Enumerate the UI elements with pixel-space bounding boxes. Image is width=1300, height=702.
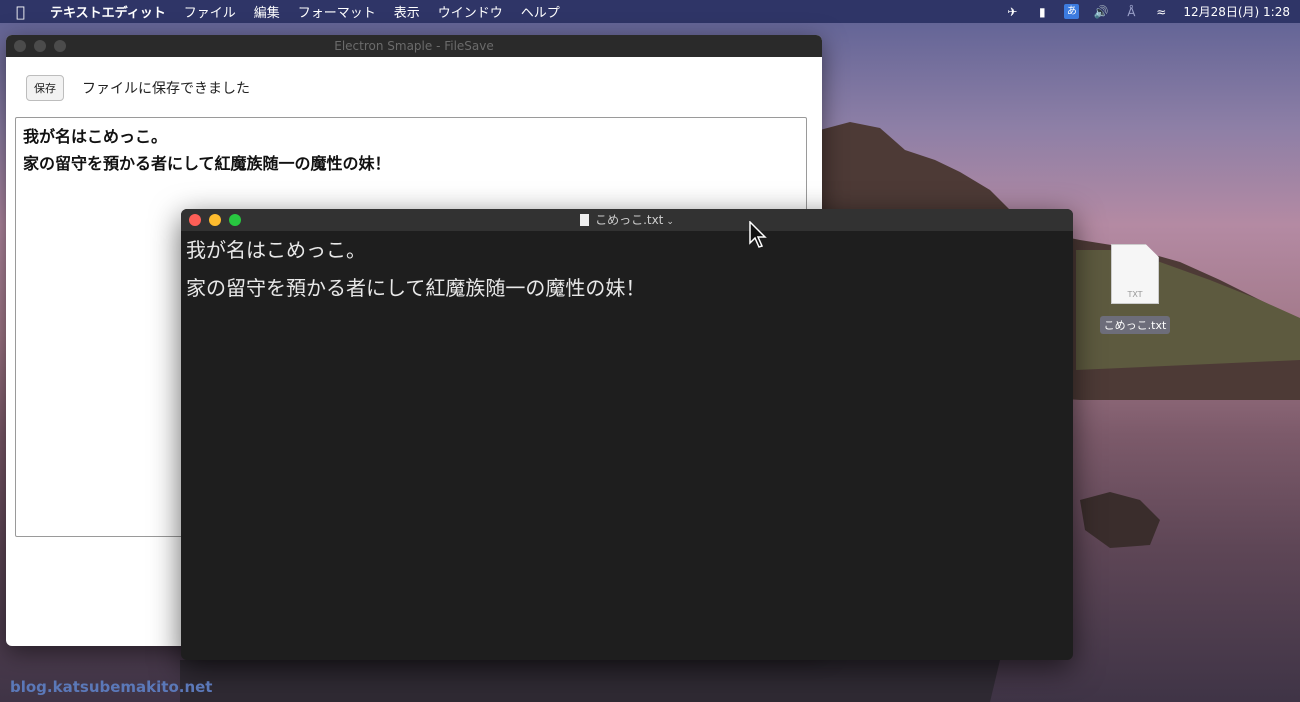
- status-area: ✈ ▮ あ 🔊 Å ≈ 12月28日(月) 1:28: [1004, 0, 1290, 23]
- save-status-message: ファイルに保存できました: [82, 81, 250, 97]
- volume-icon[interactable]: 🔊: [1093, 5, 1109, 19]
- ime-icon[interactable]: あ: [1064, 4, 1080, 19]
- desktop-file-label: こめっこ.txt: [1099, 316, 1171, 334]
- text-file-icon: TXT: [1111, 244, 1159, 304]
- battery-icon[interactable]: ▮: [1034, 5, 1050, 19]
- maximize-button[interactable]: [229, 214, 241, 226]
- menu-window[interactable]: ウインドウ: [438, 2, 503, 21]
- watermark: blog.katsubemakito.net: [10, 678, 213, 696]
- textedit-window: こめっこ.txt ⌄ 我が名はこめっこ。 家の留守を預かる者にして紅魔族随一の魔性…: [181, 209, 1073, 660]
- close-button[interactable]: [14, 40, 26, 52]
- menu-file[interactable]: ファイル: [184, 2, 236, 21]
- document-line: 我が名はこめっこ。: [186, 238, 366, 262]
- minimize-button[interactable]: [209, 214, 221, 226]
- menu-bar:  テキストエディット ファイル 編集 フォーマット 表示 ウインドウ ヘルプ …: [0, 0, 1300, 23]
- clock[interactable]: 12月28日(月) 1:28: [1183, 3, 1290, 20]
- menu-app-name[interactable]: テキストエディット: [50, 2, 166, 21]
- apple-icon[interactable]: : [16, 3, 32, 21]
- desktop-file[interactable]: TXT こめっこ.txt: [1099, 238, 1171, 334]
- electron-toolbar: 保存 ファイルに保存できました: [6, 57, 822, 119]
- menu-format[interactable]: フォーマット: [298, 2, 376, 21]
- airplay-icon[interactable]: ✈: [1004, 5, 1020, 19]
- text-line: 我が名はこめっこ。: [23, 127, 168, 146]
- bluetooth-icon[interactable]: Å: [1123, 5, 1139, 19]
- document-icon: [580, 214, 590, 226]
- electron-titlebar[interactable]: Electron Smaple - FileSave: [6, 35, 822, 57]
- document-line: 家の留守を預かる者にして紅魔族随一の魔性の妹！: [186, 276, 646, 300]
- close-button[interactable]: [189, 214, 201, 226]
- window-controls: [189, 214, 241, 226]
- textedit-titlebar[interactable]: こめっこ.txt ⌄: [181, 209, 1073, 231]
- window-title: Electron Smaple - FileSave: [334, 39, 494, 53]
- maximize-button[interactable]: [54, 40, 66, 52]
- file-type-badge: TXT: [1127, 290, 1143, 299]
- menu-edit[interactable]: 編集: [254, 2, 280, 21]
- window-controls: [14, 40, 66, 52]
- mouse-cursor-icon: [749, 221, 767, 248]
- chevron-down-icon[interactable]: ⌄: [666, 217, 674, 227]
- menu-view[interactable]: 表示: [394, 2, 420, 21]
- document-body[interactable]: 我が名はこめっこ。 家の留守を預かる者にして紅魔族随一の魔性の妹！: [181, 231, 1073, 307]
- save-button[interactable]: 保存: [26, 75, 64, 101]
- wifi-icon[interactable]: ≈: [1153, 5, 1169, 19]
- window-title[interactable]: こめっこ.txt: [595, 213, 663, 227]
- text-line: 家の留守を預かる者にして紅魔族随一の魔性の妹！: [23, 154, 391, 173]
- minimize-button[interactable]: [34, 40, 46, 52]
- menu-help[interactable]: ヘルプ: [521, 2, 560, 21]
